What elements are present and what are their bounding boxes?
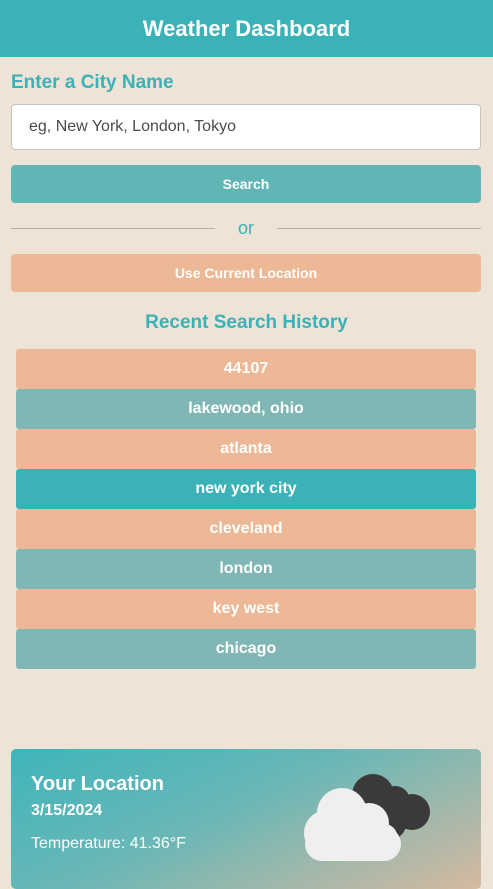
history-item[interactable]: key west <box>16 589 476 629</box>
weather-location: Your Location <box>31 773 164 795</box>
history-item[interactable]: chicago <box>16 629 476 669</box>
weather-date: 3/15/2024 <box>31 802 103 819</box>
history-item[interactable]: london <box>16 549 476 589</box>
divider-text: or <box>238 217 255 238</box>
or-divider: or <box>11 217 482 239</box>
recent-search-history-title: Recent Search History <box>145 312 348 333</box>
cloudy-icon <box>304 774 430 861</box>
history-item[interactable]: cleveland <box>16 509 476 549</box>
divider-line-right <box>277 227 482 229</box>
city-search-input[interactable] <box>11 104 481 150</box>
weather-temperature: Temperature: 41.36°F <box>31 835 186 852</box>
page-title: Weather Dashboard <box>142 15 351 41</box>
history-item[interactable]: 44107 <box>16 349 476 389</box>
search-button[interactable]: Search <box>11 165 481 203</box>
app-header: Weather Dashboard <box>0 0 493 57</box>
divider-line-left <box>11 227 215 229</box>
history-item[interactable]: lakewood, ohio <box>16 389 476 429</box>
search-history-list: 44107 lakewood, ohio atlanta new york ci… <box>16 349 476 669</box>
history-item[interactable]: atlanta <box>16 429 476 469</box>
city-search-label: Enter a City Name <box>11 72 174 93</box>
use-current-location-button[interactable]: Use Current Location <box>11 254 481 292</box>
history-item[interactable]: new york city <box>16 469 476 509</box>
current-weather-card: Your Location 3/15/2024 Temperature: 41.… <box>11 749 481 889</box>
